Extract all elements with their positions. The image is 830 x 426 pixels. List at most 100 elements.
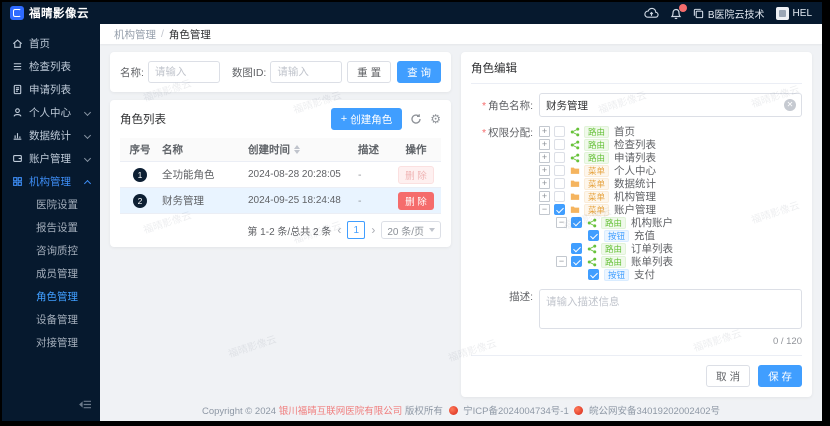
checkbox-checked[interactable]	[571, 256, 582, 267]
expand-icon[interactable]	[539, 191, 550, 202]
table-row-selected[interactable]: 2 财务管理 2024-09-25 18:24:48 - 删 除	[120, 188, 441, 214]
chevron-down-icon	[85, 132, 92, 139]
notification-bell-icon[interactable]	[670, 3, 687, 20]
prev-page-icon[interactable]: ‹	[337, 224, 341, 236]
sidebar-item-home[interactable]: 首页	[2, 32, 100, 55]
tree-node[interactable]: 路由 机构账户	[539, 216, 802, 229]
user-menu[interactable]: HEL	[775, 6, 812, 20]
checkbox-checked[interactable]	[571, 243, 582, 254]
next-page-icon[interactable]: ›	[371, 224, 375, 236]
collapse-icon[interactable]	[556, 256, 567, 267]
expand-icon[interactable]	[539, 152, 550, 163]
permission-label: 权限分配:	[471, 125, 533, 140]
app-logo[interactable]: 福晴影像云	[10, 5, 102, 21]
route-icon	[570, 127, 580, 137]
table-header-row: 序号 名称 创建时间 描述 操作	[120, 138, 441, 162]
sidebar-item-account-mgmt[interactable]: 账户管理	[2, 147, 100, 170]
checkbox-unchecked[interactable]	[554, 152, 565, 163]
permission-tree: 路由 首页 路由 检查列表	[539, 125, 802, 281]
col-created[interactable]: 创建时间	[248, 142, 358, 157]
tree-node[interactable]: 菜单 数据统计	[539, 177, 802, 190]
breadcrumb: 机构管理 / 角色管理	[100, 24, 822, 44]
checkbox-checked[interactable]	[588, 269, 599, 280]
reset-button[interactable]: 重 置	[347, 61, 392, 83]
sidebar-subitem-member-mgmt[interactable]: 成员管理	[2, 262, 100, 285]
tree-node[interactable]: 路由 申请列表	[539, 151, 802, 164]
type-tag: 按钮	[604, 229, 630, 242]
expand-icon[interactable]	[539, 139, 550, 150]
settings-gear-icon[interactable]: ⚙	[430, 113, 441, 125]
editor-title: 角色编辑	[471, 60, 802, 84]
chevron-up-icon	[85, 178, 92, 185]
checkbox-unchecked[interactable]	[554, 165, 565, 176]
tree-node[interactable]: 路由 首页	[539, 125, 802, 138]
id-filter-input[interactable]	[270, 61, 343, 83]
checkbox-unchecked[interactable]	[554, 126, 565, 137]
expand-icon[interactable]	[539, 126, 550, 137]
company-name[interactable]: 银川福晴互联网医院有限公司	[279, 406, 403, 417]
type-tag: 路由	[584, 138, 610, 151]
police-record-link[interactable]: 皖公网安备34019202002402号	[589, 406, 720, 417]
sort-icon[interactable]	[294, 145, 300, 154]
save-button[interactable]: 保 存	[758, 365, 802, 387]
folder-icon	[570, 192, 580, 201]
sidebar-item-label: 数据统计	[29, 130, 71, 142]
checkbox-unchecked[interactable]	[554, 178, 565, 189]
checkbox-checked[interactable]	[588, 230, 599, 241]
name-filter-input[interactable]	[147, 61, 220, 83]
description-textarea[interactable]	[539, 289, 802, 329]
sidebar-subitem-hospital-settings[interactable]: 医院设置	[2, 193, 100, 216]
icp-link[interactable]: 宁ICP备2024004734号-1	[463, 406, 569, 417]
folder-icon	[570, 205, 580, 214]
expand-icon[interactable]	[539, 165, 550, 176]
sidebar-subitem-integration-mgmt[interactable]: 对接管理	[2, 331, 100, 354]
expand-icon[interactable]	[539, 178, 550, 189]
sidebar-item-apply-list[interactable]: 申请列表	[2, 78, 100, 101]
sidebar-subitem-device-mgmt[interactable]: 设备管理	[2, 308, 100, 331]
main-area: 机构管理 / 角色管理 名称: 数图ID: 重 置 查 询 角色列表	[100, 24, 822, 421]
role-name: 财务管理	[162, 195, 204, 207]
sidebar-item-org-mgmt[interactable]: 机构管理	[2, 170, 100, 193]
delete-button[interactable]: 删 除	[398, 191, 434, 210]
page-number[interactable]: 1	[347, 221, 366, 239]
sidebar-collapse-icon[interactable]	[79, 397, 92, 415]
sidebar-item-exam-list[interactable]: 检查列表	[2, 55, 100, 78]
clear-input-icon[interactable]: ✕	[784, 99, 796, 111]
wallet-icon	[13, 155, 22, 162]
type-tag: 菜单	[584, 177, 610, 190]
tree-node[interactable]: 路由 账单列表	[539, 255, 802, 268]
collapse-icon[interactable]	[556, 217, 567, 228]
chevron-down-icon	[85, 109, 92, 116]
checkbox-unchecked[interactable]	[554, 191, 565, 202]
sidebar-subitem-role-mgmt[interactable]: 角色管理	[2, 285, 100, 308]
checkbox-checked[interactable]	[571, 217, 582, 228]
sidebar-subitem-report-settings[interactable]: 报告设置	[2, 216, 100, 239]
row-index-badge: 2	[133, 193, 147, 208]
org-switcher[interactable]: B医院云技术	[693, 6, 765, 21]
tree-node[interactable]: 菜单 个人中心	[539, 164, 802, 177]
tree-node[interactable]: 路由 检查列表	[539, 138, 802, 151]
sidebar-subitem-consult-qc[interactable]: 咨询质控	[2, 239, 100, 262]
checkbox-unchecked[interactable]	[554, 139, 565, 150]
query-button[interactable]: 查 询	[397, 61, 441, 83]
breadcrumb-parent[interactable]: 机构管理	[114, 27, 156, 42]
sidebar-item-statistics[interactable]: 数据统计	[2, 124, 100, 147]
tree-node[interactable]: 按钮 支付	[539, 268, 802, 281]
tree-node[interactable]: 菜单 机构管理	[539, 190, 802, 203]
collapse-icon[interactable]	[539, 204, 550, 215]
user-avatar	[775, 6, 789, 20]
chart-icon	[13, 133, 22, 140]
subitem-label: 咨询质控	[36, 245, 78, 257]
role-name-input[interactable]	[539, 93, 802, 117]
create-role-button[interactable]: 创建角色	[330, 108, 403, 130]
sidebar-item-label: 机构管理	[29, 176, 71, 188]
checkbox-checked[interactable]	[554, 204, 565, 215]
table-row[interactable]: 1 全功能角色 2024-08-28 20:28:05 - 删 除	[120, 162, 441, 188]
page-size-select[interactable]: 20 条/页	[381, 221, 441, 239]
cloud-upload-icon[interactable]	[644, 7, 659, 19]
sidebar-item-personal-center[interactable]: 个人中心	[2, 101, 100, 124]
cancel-button[interactable]: 取 消	[706, 365, 751, 387]
sidebar: 首页 检查列表 申请列表 个人中心 数据统计 账户管理 机构管理 医院设置 报告…	[2, 2, 100, 421]
refresh-icon[interactable]	[410, 113, 422, 125]
rights-text: 版权所有	[404, 406, 443, 417]
